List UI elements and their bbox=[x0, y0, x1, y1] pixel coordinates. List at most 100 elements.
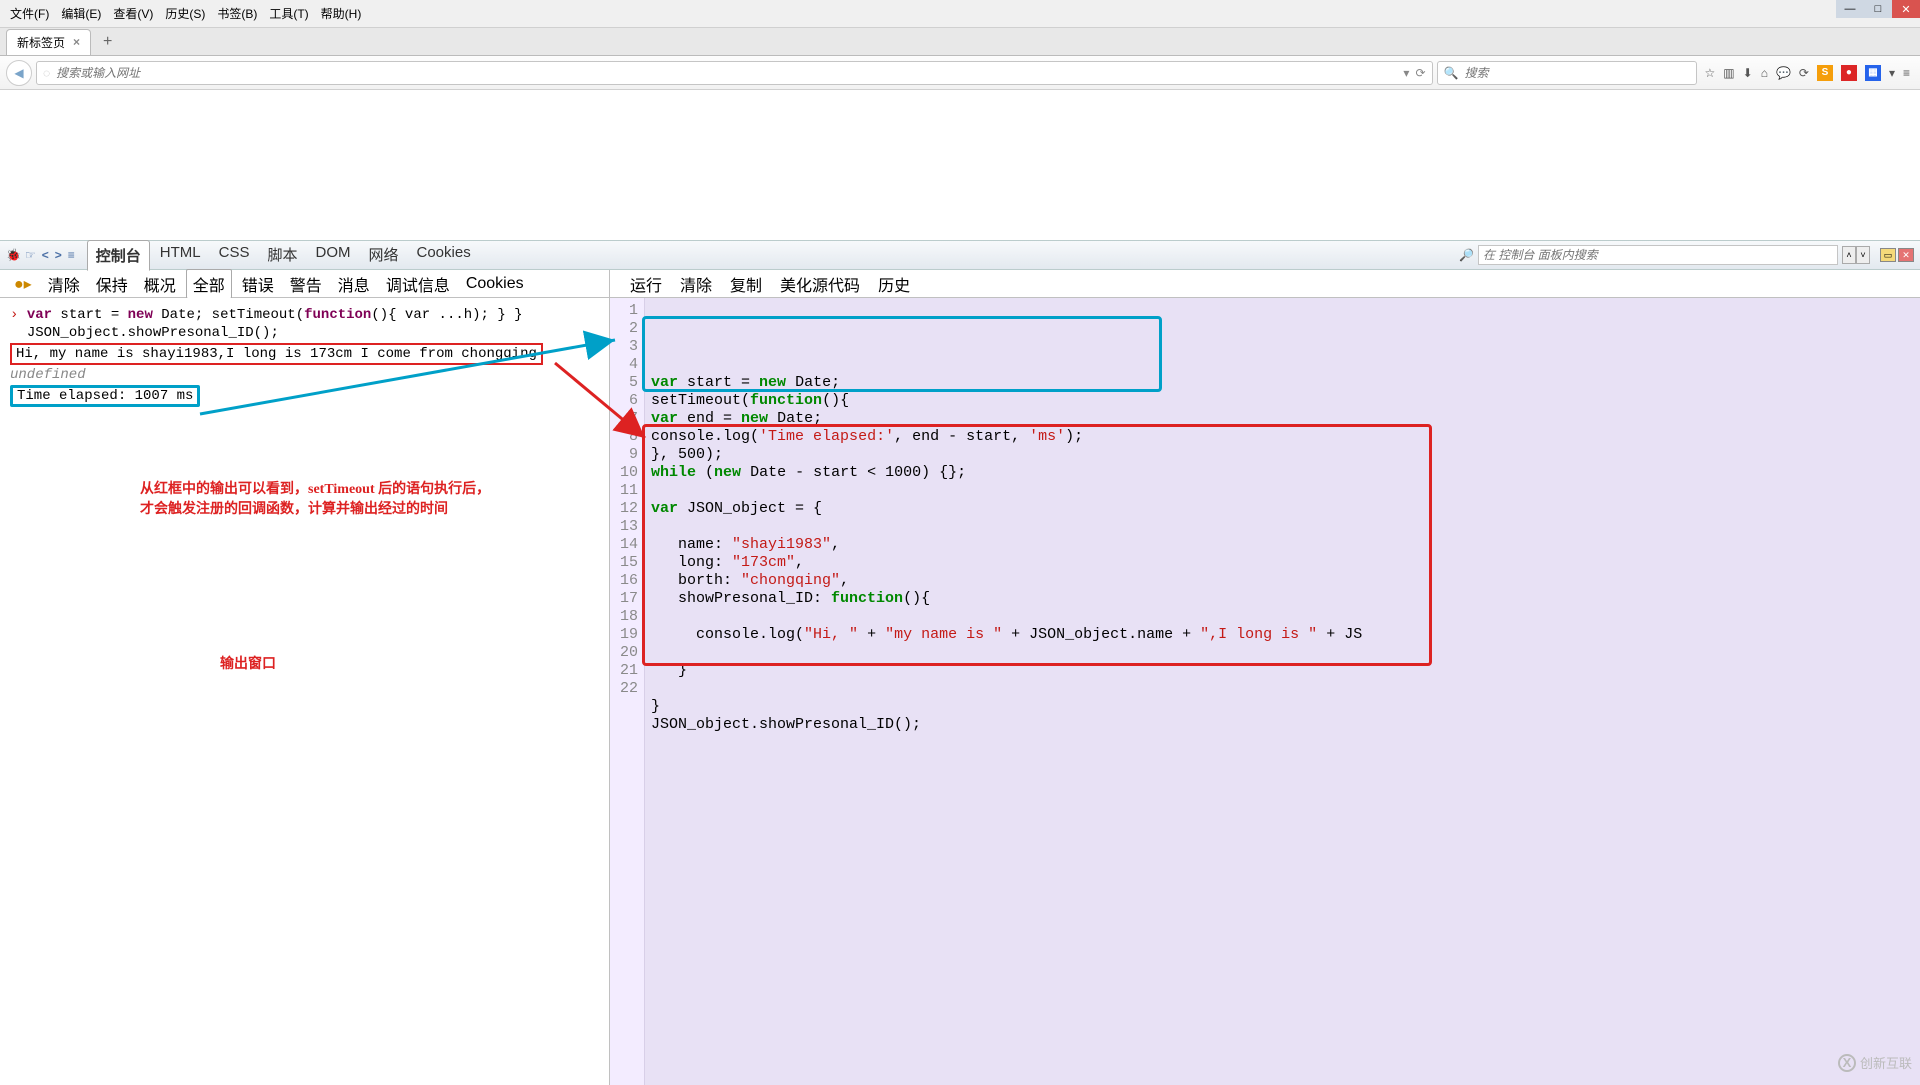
console-input-row: › var start = new Date; setTimeout(funct… bbox=[10, 306, 599, 324]
script-action[interactable]: 美化源代码 bbox=[774, 270, 866, 298]
console-filter[interactable]: 概况 bbox=[138, 270, 182, 298]
code-line bbox=[651, 482, 1914, 500]
menu-bar: 文件(F)编辑(E)查看(V)历史(S)书签(B)工具(T)帮助(H) bbox=[0, 0, 1920, 28]
panel-tab[interactable]: DOM bbox=[307, 240, 358, 271]
code-line: borth: "chongqing", bbox=[651, 572, 1914, 590]
console-output-row: Hi, my name is shayi1983,I long is 173cm… bbox=[10, 342, 599, 366]
console-pane[interactable]: › var start = new Date; setTimeout(funct… bbox=[0, 298, 610, 1085]
ext-red-icon[interactable]: ● bbox=[1841, 65, 1857, 81]
panel-close[interactable]: ✕ bbox=[1898, 248, 1914, 262]
code-line: console.log("Hi, " + "my name is " + JSO… bbox=[651, 626, 1914, 644]
inspect-icon[interactable]: ☞ bbox=[25, 248, 36, 262]
reload-icon[interactable]: ⟳ bbox=[1415, 66, 1425, 80]
panel-tab[interactable]: 控制台 bbox=[87, 240, 150, 271]
script-subbar: 运行清除复制美化源代码历史 bbox=[610, 270, 930, 297]
search-prev[interactable]: ˄ bbox=[1842, 246, 1856, 264]
browser-tab[interactable]: 新标签页 × bbox=[6, 29, 91, 55]
menu-item[interactable]: 查看(V) bbox=[109, 3, 157, 24]
nav-back[interactable]: < bbox=[40, 248, 51, 262]
bookmark-icon[interactable]: ☆ bbox=[1705, 66, 1716, 80]
code-line: } bbox=[651, 698, 1914, 716]
firebug-subbar: ●▸ 清除保持概况全部错误警告消息调试信息Cookies 运行清除复制美化源代码… bbox=[0, 270, 1920, 298]
console-filter[interactable]: 错误 bbox=[236, 270, 280, 298]
menu-item[interactable]: 编辑(E) bbox=[57, 3, 105, 24]
firebug-body: › var start = new Date; setTimeout(funct… bbox=[0, 298, 1920, 1085]
panel-tab[interactable]: HTML bbox=[152, 240, 209, 271]
console-filter[interactable]: 警告 bbox=[284, 270, 328, 298]
search-icon: 🔍 bbox=[1444, 66, 1459, 80]
console-input-row: JSON_object.showPresonal_ID(); bbox=[10, 324, 599, 342]
toolbar-icons: ☆ ▥ ⬇ ⌂ 💬 ⟳ S ● ▦ ▾ ≡ bbox=[1701, 65, 1914, 81]
firebug-tabs: 控制台HTMLCSS脚本DOM网络Cookies bbox=[87, 240, 479, 271]
code-line: }, 500); bbox=[651, 446, 1914, 464]
library-icon[interactable]: ▥ bbox=[1723, 66, 1734, 80]
script-action[interactable]: 复制 bbox=[724, 270, 768, 298]
annotation-text: 输出窗口 bbox=[220, 653, 276, 673]
firebug-toolbar: 🐞 ☞ < > ≡ 控制台HTMLCSS脚本DOM网络Cookies 🔎 ˄ ˅… bbox=[0, 240, 1920, 270]
ext-orange-icon[interactable]: S bbox=[1817, 65, 1833, 81]
console-filter[interactable]: 消息 bbox=[332, 270, 376, 298]
script-pane[interactable]: 12345678910111213141516171819202122 var … bbox=[610, 298, 1920, 1085]
close-icon[interactable]: × bbox=[73, 35, 80, 49]
panel-search-input[interactable] bbox=[1478, 245, 1838, 265]
firebug-search: 🔎 ˄ ˅ ▭ ✕ bbox=[1459, 245, 1914, 265]
menu-item[interactable]: 历史(S) bbox=[161, 3, 209, 24]
tabs-icon[interactable]: ▾ bbox=[1889, 66, 1895, 80]
panel-tab[interactable]: CSS bbox=[211, 240, 258, 271]
chat-icon[interactable]: 💬 bbox=[1776, 66, 1791, 80]
console-filter[interactable]: 保持 bbox=[90, 270, 134, 298]
code-line: var end = new Date; bbox=[651, 410, 1914, 428]
output-highlight-cyan: Time elapsed: 1007 ms bbox=[10, 385, 200, 407]
script-action[interactable]: 历史 bbox=[872, 270, 916, 298]
console-filter[interactable]: Cookies bbox=[460, 273, 530, 295]
console-output-row: Time elapsed: 1007 ms bbox=[10, 384, 599, 408]
console-filter[interactable]: 调试信息 bbox=[380, 270, 456, 298]
script-action[interactable]: 运行 bbox=[624, 270, 668, 298]
annotation-text: 从红框中的输出可以看到，setTimeout 后的语句执行后， 才会触发注册的回… bbox=[140, 478, 490, 518]
menu-item[interactable]: 工具(T) bbox=[265, 3, 312, 24]
search-input[interactable] bbox=[1464, 66, 1689, 80]
downloads-icon[interactable]: ⬇ bbox=[1743, 66, 1753, 80]
search-box[interactable]: 🔍 bbox=[1437, 61, 1697, 85]
menu-item[interactable]: 帮助(H) bbox=[317, 3, 366, 24]
code-line bbox=[651, 734, 1914, 752]
code-line: while (new Date - start < 1000) {}; bbox=[651, 464, 1914, 482]
panel-tab[interactable]: 脚本 bbox=[259, 240, 305, 271]
code-area[interactable]: var start = new Date;setTimeout(function… bbox=[645, 298, 1920, 1085]
code-line bbox=[651, 608, 1914, 626]
firebug-icon[interactable]: 🐞 bbox=[6, 248, 21, 262]
break-icon[interactable]: ●▸ bbox=[8, 272, 38, 296]
home-icon[interactable]: ⌂ bbox=[1761, 66, 1768, 80]
sync-icon[interactable]: ⟳ bbox=[1799, 66, 1809, 80]
menu-item[interactable]: 书签(B) bbox=[213, 3, 261, 24]
ext-blue-icon[interactable]: ▦ bbox=[1865, 65, 1881, 81]
globe-icon: ◌ bbox=[43, 66, 50, 80]
nav-menu[interactable]: ≡ bbox=[66, 248, 77, 262]
code-line bbox=[651, 680, 1914, 698]
dropdown-icon[interactable]: ▾ bbox=[1403, 66, 1409, 80]
console-subbar: ●▸ 清除保持概况全部错误警告消息调试信息Cookies bbox=[0, 270, 610, 297]
search-next[interactable]: ˅ bbox=[1856, 246, 1870, 264]
code-line bbox=[651, 752, 1914, 770]
back-button[interactable]: ◀ bbox=[6, 60, 32, 86]
tab-strip: 新标签页 × + bbox=[0, 28, 1920, 56]
script-action[interactable]: 清除 bbox=[674, 270, 718, 298]
tab-title: 新标签页 bbox=[17, 34, 65, 51]
panel-tab[interactable]: Cookies bbox=[409, 240, 479, 271]
panel-minimize[interactable]: ▭ bbox=[1880, 248, 1896, 262]
search-icon: 🔎 bbox=[1459, 248, 1474, 262]
code-line: var JSON_object = { bbox=[651, 500, 1914, 518]
url-input[interactable] bbox=[56, 66, 1397, 80]
url-box[interactable]: ◌ ▾ ⟳ bbox=[36, 61, 1433, 85]
menu-item[interactable]: 文件(F) bbox=[6, 3, 53, 24]
window-minimize[interactable]: — bbox=[1836, 0, 1864, 18]
code-line: var start = new Date; bbox=[651, 374, 1914, 392]
window-maximize[interactable]: □ bbox=[1864, 0, 1892, 18]
console-filter[interactable]: 全部 bbox=[186, 269, 232, 299]
menu-icon[interactable]: ≡ bbox=[1903, 66, 1910, 80]
new-tab-button[interactable]: + bbox=[97, 33, 118, 51]
panel-tab[interactable]: 网络 bbox=[360, 240, 406, 271]
nav-fwd[interactable]: > bbox=[53, 248, 64, 262]
console-filter[interactable]: 清除 bbox=[42, 270, 86, 298]
window-close[interactable]: ✕ bbox=[1892, 0, 1920, 18]
